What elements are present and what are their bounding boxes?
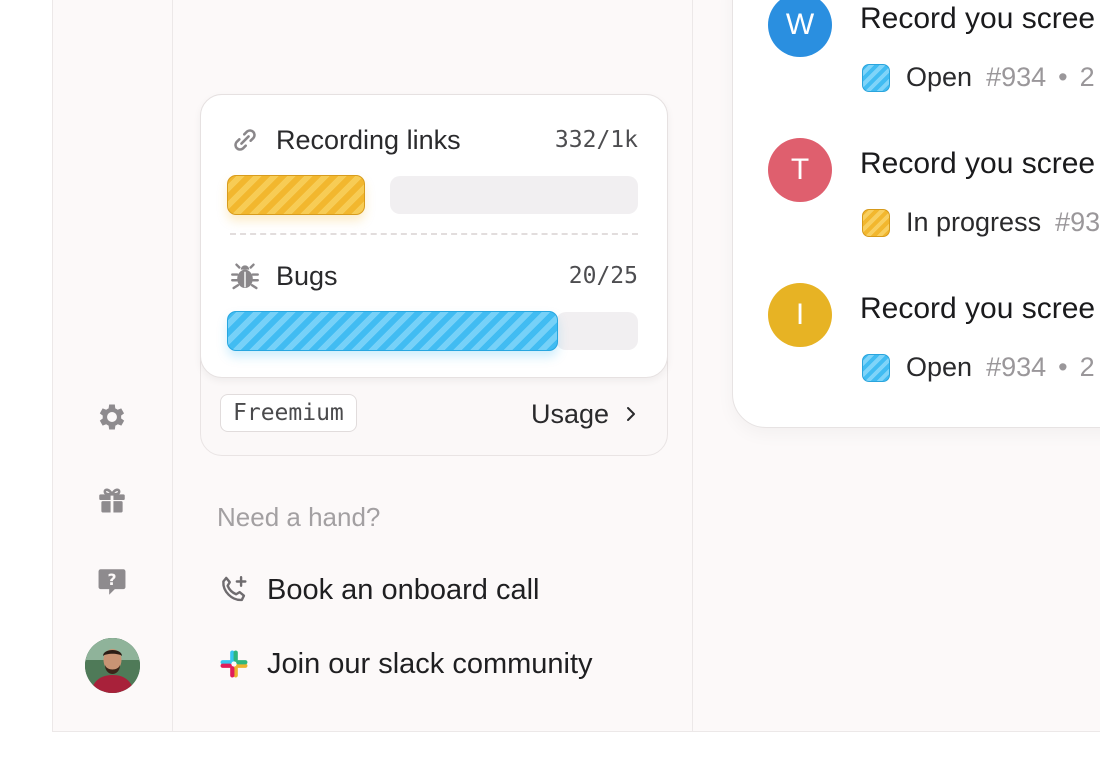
help-item-label: Book an onboard call	[267, 573, 540, 606]
feed-item-id: #934	[986, 62, 1047, 92]
feed-item-extra: 2	[1079, 62, 1095, 92]
metric-divider	[230, 233, 638, 235]
progress-fill-recording-links	[227, 175, 365, 215]
feed-avatar: I	[768, 283, 832, 347]
status-in-progress-icon	[862, 208, 890, 237]
settings-gear-icon[interactable]	[94, 399, 130, 435]
column-divider	[692, 0, 693, 731]
link-icon	[234, 129, 256, 151]
chevron-right-icon	[627, 407, 636, 421]
status-open-icon	[862, 353, 890, 382]
feed-item-title[interactable]: Record you scree	[860, 147, 1095, 181]
usage-link-label: Usage	[531, 398, 610, 429]
usage-link[interactable]: Usage	[531, 396, 643, 432]
help-chat-icon[interactable]: ?	[94, 564, 130, 600]
feed-item-meta: Open #934 • 2	[862, 352, 1095, 383]
book-onboard-call-link[interactable]: Book an onboard call	[217, 573, 539, 607]
phone-plus-icon	[222, 576, 247, 602]
help-item-label: Join our slack community	[267, 647, 593, 680]
gift-icon-svg	[99, 488, 125, 513]
feed-item-title[interactable]: Record you scree	[860, 292, 1095, 326]
metric-bugs: Bugs 20/25	[228, 256, 638, 296]
svg-text:?: ?	[107, 571, 116, 589]
feed-item-meta: Open #934 • 2	[862, 62, 1095, 93]
settings-gear-icon-svg	[99, 404, 125, 430]
feed-item-meta: In progress #93	[862, 207, 1100, 238]
metric-label: Bugs	[276, 260, 338, 291]
join-slack-community-link[interactable]: Join our slack community	[217, 647, 593, 681]
feed-item-status: In progress	[906, 207, 1042, 237]
status-open-icon	[862, 63, 890, 92]
progress-track	[556, 312, 638, 350]
bug-icon	[231, 263, 259, 290]
slack-icon	[220, 650, 248, 678]
metric-recording-links: Recording links 332/1k	[228, 120, 638, 160]
feed-item-status: Open	[906, 62, 973, 92]
help-chat-icon-svg: ?	[98, 569, 126, 595]
plan-badge: Freemium	[220, 394, 357, 432]
progress-fill-bugs	[227, 311, 558, 351]
feed-item-extra: 2	[1079, 352, 1095, 382]
feed-item-status: Open	[906, 352, 973, 382]
progress-track	[390, 176, 638, 214]
gift-icon[interactable]	[94, 482, 130, 518]
feed-item-id: #934	[986, 352, 1047, 382]
help-heading: Need a hand?	[217, 502, 381, 532]
user-avatar[interactable]	[85, 638, 140, 693]
feed-item-id: #93	[1055, 207, 1100, 237]
user-avatar-svg	[85, 638, 140, 693]
separator-dot: •	[1058, 62, 1068, 92]
feed-avatar: T	[768, 138, 832, 202]
separator-dot: •	[1058, 352, 1068, 382]
feed-item-title[interactable]: Record you scree	[860, 2, 1095, 36]
sidebar-rail	[52, 0, 173, 731]
metric-count: 332/1k	[554, 127, 638, 153]
metric-count: 20/25	[568, 263, 638, 289]
metric-label: Recording links	[276, 124, 461, 155]
